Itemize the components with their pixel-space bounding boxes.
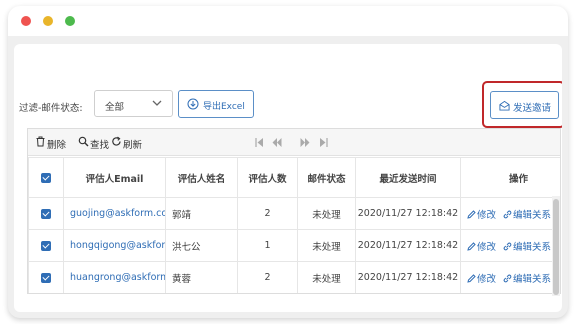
edit-relation-label: 编辑关系 <box>513 209 552 221</box>
app-window: 过滤-邮件状态: 全部 导出Excel 发送邀请 删除 查找 刷新 评估人Ema… <box>8 6 568 318</box>
prev-page-icon[interactable] <box>272 138 282 147</box>
select-all-checkbox[interactable] <box>41 172 51 183</box>
edit-relation-link[interactable]: 编辑关系 <box>503 207 551 221</box>
count-cell: 1 <box>237 229 298 262</box>
download-icon <box>187 98 199 110</box>
export-excel-button[interactable]: 导出Excel <box>178 90 254 118</box>
edit-relation-label: 编辑关系 <box>513 273 552 285</box>
edit-link[interactable]: 修改 <box>467 239 496 253</box>
edit-icon <box>467 209 476 219</box>
column-header-status[interactable]: 邮件状态 <box>297 157 356 198</box>
mail-open-icon <box>499 100 510 111</box>
refresh-label: 刷新 <box>123 140 143 151</box>
chevron-down-icon <box>152 100 162 106</box>
search-icon <box>78 136 89 147</box>
edit-link[interactable]: 修改 <box>467 207 496 221</box>
email-cell: huangrong@askform.com <box>63 261 166 293</box>
delete-button[interactable]: 删除 <box>35 136 75 151</box>
evaluator-table: 评估人Email 评估人姓名 评估人数 邮件状态 最近发送时间 操作 guoji… <box>28 157 560 293</box>
mail-status-select[interactable]: 全部 <box>94 90 173 117</box>
refresh-button[interactable]: 刷新 <box>111 136 151 151</box>
filter-status-label: 过滤-邮件状态: <box>19 103 83 114</box>
title-bar <box>8 6 568 36</box>
main-content: 过滤-邮件状态: 全部 导出Excel 发送邀请 删除 查找 刷新 评估人Ema… <box>14 44 562 312</box>
status-cell: 未处理 <box>297 197 356 230</box>
email-cell: hongqigong@askform.com <box>63 229 166 262</box>
actions-cell: 修改 编辑关系 删除 <box>460 197 560 230</box>
last-sent-cell: 2020/11/27 12:18:42 <box>355 197 461 230</box>
edit-label: 修改 <box>477 241 497 253</box>
column-header-email[interactable]: 评估人Email <box>63 157 166 198</box>
maximize-window-button[interactable] <box>65 16 75 26</box>
table-row[interactable]: guojing@askform.com 郭靖 2 未处理 2020/11/27 … <box>28 197 560 230</box>
email-cell: guojing@askform.com <box>63 197 166 230</box>
evaluator-grid: 删除 查找 刷新 评估人Email 评估人姓名 评估人数 邮件状态 最近发送时间… <box>27 128 561 294</box>
row-checkbox[interactable] <box>41 240 51 251</box>
edit-relation-label: 编辑关系 <box>513 241 552 253</box>
edit-label: 修改 <box>477 273 497 285</box>
link-icon <box>503 274 512 282</box>
delete-label: 删除 <box>47 140 67 151</box>
last-page-icon[interactable] <box>318 138 328 147</box>
mail-status-selected: 全部 <box>105 102 125 113</box>
export-excel-label: 导出Excel <box>203 102 245 112</box>
column-header-last-sent[interactable]: 最近发送时间 <box>355 157 461 198</box>
name-cell: 洪七公 <box>165 229 238 262</box>
row-checkbox[interactable] <box>41 208 51 219</box>
edit-icon <box>467 241 476 251</box>
scrollbar-thumb[interactable] <box>553 199 559 295</box>
row-checkbox[interactable] <box>41 272 51 283</box>
count-cell: 2 <box>237 197 298 230</box>
minimize-window-button[interactable] <box>43 16 53 26</box>
select-all-checkbox-cell[interactable] <box>28 157 64 198</box>
column-header-count[interactable]: 评估人数 <box>237 157 298 198</box>
edit-icon <box>467 273 476 283</box>
name-cell: 黄蓉 <box>165 261 238 293</box>
name-cell: 郭靖 <box>165 197 238 230</box>
status-cell: 未处理 <box>297 261 356 293</box>
send-invite-label: 发送邀请 <box>513 103 552 114</box>
edit-relation-link[interactable]: 编辑关系 <box>503 239 551 253</box>
column-header-name[interactable]: 评估人姓名 <box>165 157 238 198</box>
refresh-icon <box>112 136 121 146</box>
table-row[interactable]: huangrong@askform.com 黄蓉 2 未处理 2020/11/2… <box>28 261 560 293</box>
edit-link[interactable]: 修改 <box>467 271 496 285</box>
last-sent-cell: 2020/11/27 12:18:42 <box>355 229 461 262</box>
trash-icon <box>36 136 45 147</box>
vertical-scrollbar[interactable] <box>552 196 560 296</box>
table-row[interactable]: hongqigong@askform.com 洪七公 1 未处理 2020/11… <box>28 229 560 262</box>
send-invite-button[interactable]: 发送邀请 <box>490 91 559 119</box>
edit-relation-link[interactable]: 编辑关系 <box>503 271 551 285</box>
link-icon <box>503 210 512 218</box>
grid-toolbar: 删除 查找 刷新 <box>28 129 560 156</box>
last-sent-cell: 2020/11/27 12:18:42 <box>355 261 461 293</box>
edit-label: 修改 <box>477 209 497 221</box>
actions-cell: 修改 编辑关系 删除 <box>460 229 560 262</box>
link-icon <box>503 242 512 250</box>
close-window-button[interactable] <box>21 16 31 26</box>
status-cell: 未处理 <box>297 229 356 262</box>
table-header-row: 评估人Email 评估人姓名 评估人数 邮件状态 最近发送时间 操作 <box>28 157 560 198</box>
send-invite-highlight: 发送邀请 <box>482 81 562 128</box>
first-page-icon[interactable] <box>255 138 265 147</box>
find-label: 查找 <box>90 140 110 151</box>
next-page-icon[interactable] <box>300 138 310 147</box>
count-cell: 2 <box>237 261 298 293</box>
actions-cell: 修改 编辑关系 删除 <box>460 261 560 293</box>
column-header-actions: 操作 <box>460 157 560 198</box>
